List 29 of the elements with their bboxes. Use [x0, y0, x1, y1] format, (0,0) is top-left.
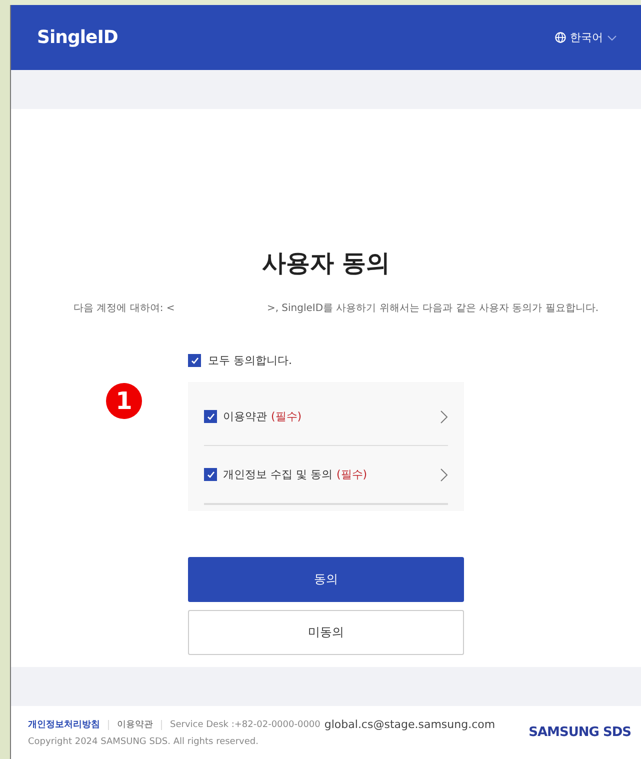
checkmark-icon: [190, 356, 200, 366]
chevron-right-icon[interactable]: [440, 468, 448, 482]
disagree-button[interactable]: 미동의: [188, 610, 464, 656]
footer-link[interactable]: 이용약관: [117, 718, 153, 732]
account-text: >, SingleID를 사용하기 위해서는 다음과 같은 사용자 동의가 필요합니다.: [266, 302, 598, 316]
copyright-text: Copyright 2024 SAMSUNG SDS. All rights reserved.: [28, 737, 260, 748]
email-link[interactable]: global.cs@stage.samsung.com: [324, 718, 496, 732]
consent-label: 개인정보 수집 및 동의: [223, 467, 332, 482]
annotation-badge: 1: [106, 383, 142, 420]
brand-logo: SAMSUNG SDS: [528, 725, 631, 740]
checkbox[interactable]: [204, 410, 217, 424]
logo: SingleID: [37, 27, 118, 48]
chevron-right-icon[interactable]: [440, 410, 448, 424]
footer-link[interactable]: 개인정보처리방침: [28, 718, 100, 732]
agree-button[interactable]: 동의: [188, 557, 464, 602]
agree-all-checkbox[interactable]: 모두 동의합니다.: [188, 353, 464, 368]
language-selector[interactable]: 한국어: [555, 30, 617, 46]
globe-icon: [555, 32, 566, 44]
chevron-down-icon: [607, 34, 617, 41]
checkbox[interactable]: [188, 354, 201, 368]
checkmark-icon: [206, 470, 216, 480]
service-desk-text: Service Desk :+82-02-0000-0000: [170, 720, 320, 730]
page-title: 사용자 동의: [262, 248, 390, 280]
account-text: 다음 계정에 대하여: <: [74, 302, 175, 316]
required-tag: (필수): [336, 467, 368, 482]
checkmark-icon: [206, 412, 216, 422]
required-tag: (필수): [271, 409, 302, 424]
checkbox[interactable]: [204, 468, 217, 482]
consent-label: 이용약관: [223, 409, 267, 424]
